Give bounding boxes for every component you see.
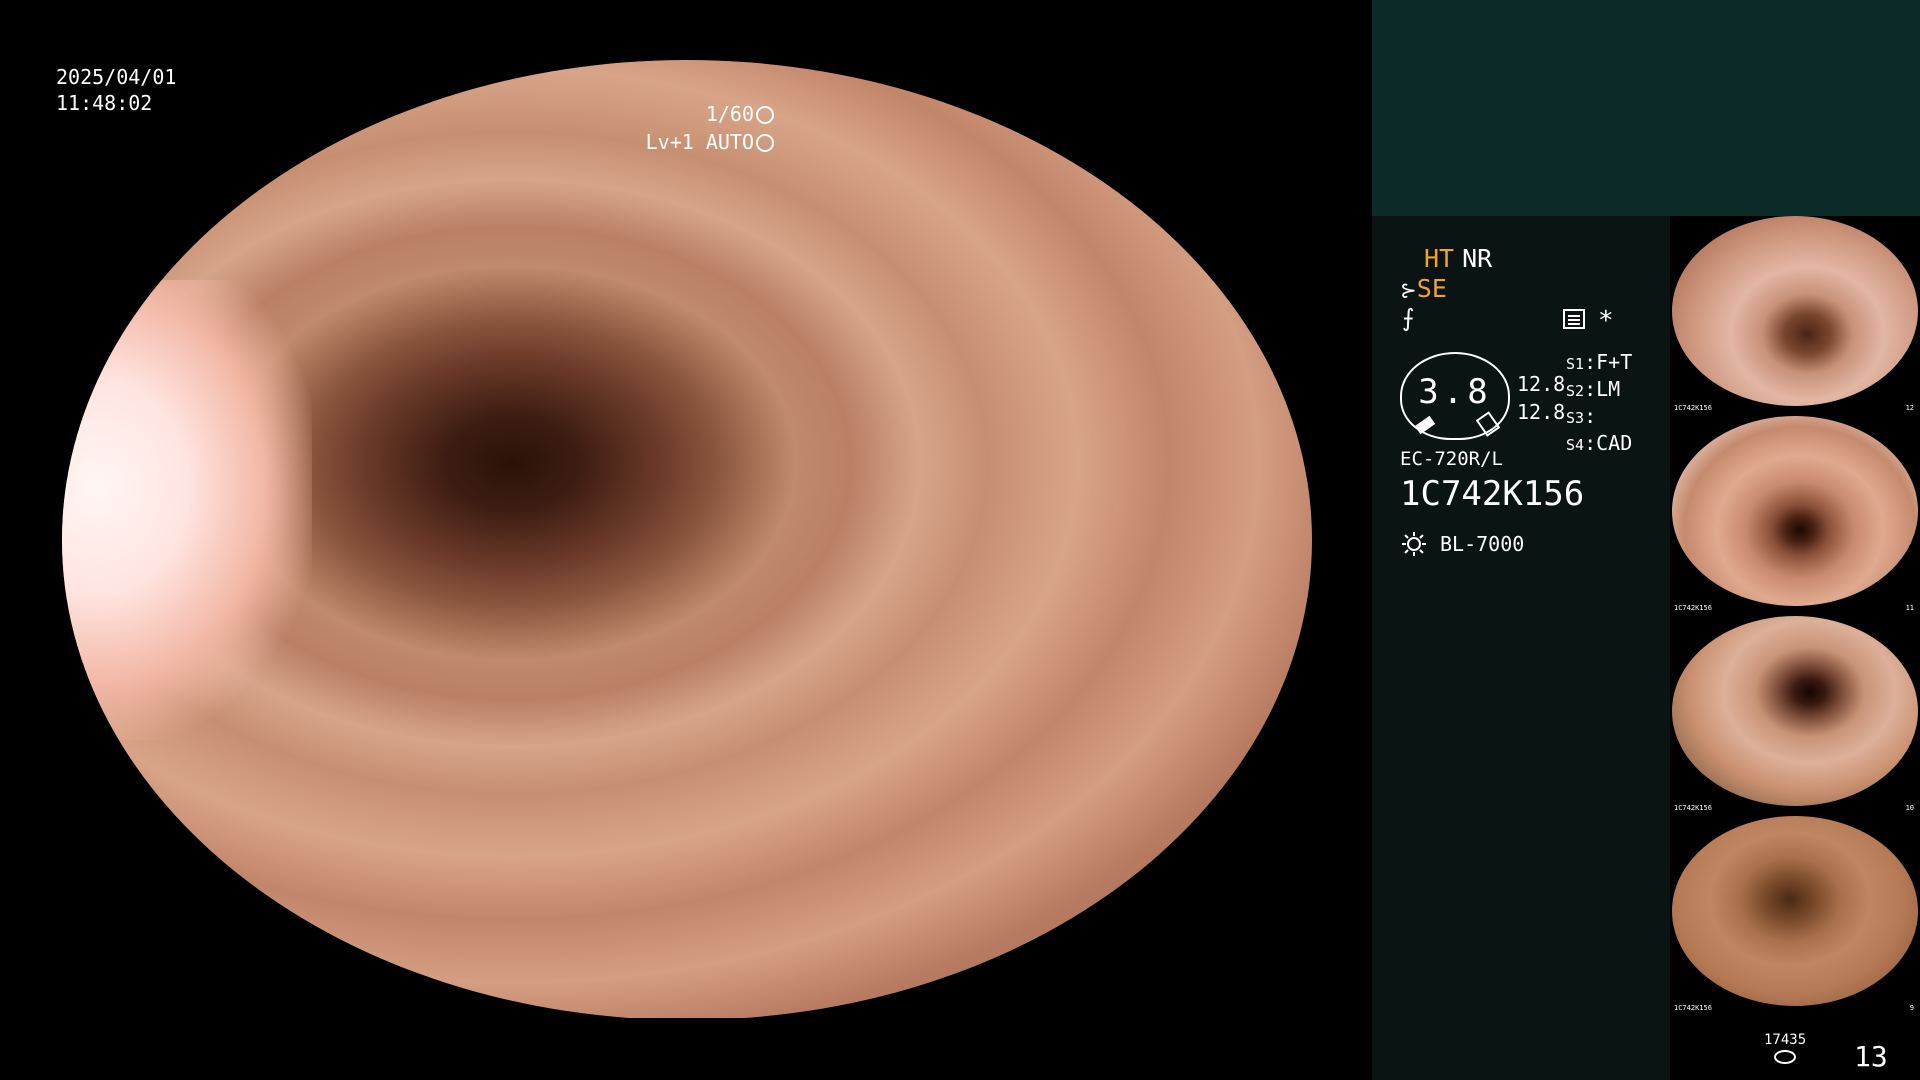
ratio-bottom: 12.8 [1517, 400, 1566, 424]
ht-nr-row: HT NR [1424, 244, 1492, 273]
brightness-gauge: 3.8 [1400, 352, 1510, 440]
slot-row: S3: [1566, 404, 1597, 428]
thumbnail[interactable]: 1C742K156 9 [1670, 816, 1920, 1014]
aperture-icon [756, 106, 774, 124]
thumbnail-image [1672, 416, 1918, 606]
endoscopic-live-image [62, 60, 1312, 1020]
thumbnail-caption: 1C742K156 [1674, 604, 1712, 612]
slot-list: S1:F+T S2:LM S3: S4:CAD [1566, 350, 1632, 458]
gauge-value: 3.8 [1418, 372, 1492, 412]
slot-key: S2 [1566, 382, 1585, 400]
se-row: ⊱SE [1400, 274, 1447, 303]
mode-row: Lv+1 AUTO [574, 128, 774, 156]
shutter-row: 1/60 [574, 100, 774, 128]
thumbnail[interactable]: 1C742K156 11 [1670, 416, 1920, 614]
slot-value: F+T [1596, 350, 1633, 374]
datetime-overlay: 2025/04/01 11:48:02 [56, 64, 176, 116]
side-info-panel [1372, 216, 1670, 1080]
date-text: 2025/04/01 [56, 65, 177, 89]
se-indicator: SE [1416, 274, 1447, 303]
light-source-icon [1402, 532, 1426, 556]
freeze-icon: ⨍ [1402, 304, 1415, 332]
slot-key: S3 [1566, 409, 1585, 427]
thumbnail-index: 10 [1905, 804, 1914, 812]
memo-grid-icon [1563, 309, 1585, 329]
slot-key: S1 [1566, 355, 1585, 373]
slot-key: S4 [1566, 436, 1585, 454]
slot-value: CAD [1596, 431, 1633, 455]
image-count: 13 [1854, 1040, 1888, 1073]
asterisk-indicator: * [1598, 306, 1614, 336]
image-mask-top [0, 0, 1372, 60]
thumbnail-caption: 1C742K156 [1674, 404, 1712, 412]
thumbnail[interactable]: 1C742K156 10 [1670, 616, 1920, 814]
mode-text: Lv+1 AUTO [645, 130, 754, 154]
exposure-overlay: 1/60 Lv+1 AUTO [574, 100, 774, 156]
slot-row: S4:CAD [1566, 431, 1633, 455]
thumbnail-index: 9 [1909, 1004, 1914, 1012]
slot-row: S1:F+T [1566, 350, 1633, 374]
slot-row: S2:LM [1566, 377, 1621, 401]
scope-model: EC-720R/L [1400, 448, 1503, 470]
scope-tip-icon: ⊱ [1400, 278, 1417, 302]
time-text: 11:48:02 [56, 91, 153, 115]
thumbnail-image [1672, 216, 1918, 406]
nr-indicator: NR [1462, 244, 1493, 273]
light-source-label: BL-7000 [1440, 532, 1525, 556]
shutter-text: 1/60 [705, 102, 754, 126]
ht-indicator: HT [1424, 244, 1455, 273]
ratio-top: 12.8 [1517, 372, 1566, 396]
thumbnail-image [1672, 616, 1918, 806]
side-panel-top [1372, 0, 1920, 216]
thumbnail-caption: 1C742K156 [1674, 804, 1712, 812]
thumbnail-caption: 1C742K156 [1674, 1004, 1712, 1012]
gauge-left-marker [1414, 415, 1436, 435]
slot-value: LM [1596, 377, 1621, 401]
endoscope-main-view: 2025/04/01 11:48:02 1/60 Lv+1 AUTO [0, 0, 1372, 1080]
storage-icon [1774, 1050, 1796, 1064]
thumbnail-index: 11 [1905, 604, 1914, 612]
scope-serial: 1C742K156 [1400, 474, 1585, 514]
thumbnail-image [1672, 816, 1918, 1006]
thumbnail-index: 12 [1905, 404, 1914, 412]
storage-count: 17435 [1764, 1032, 1807, 1048]
auto-target-icon [756, 134, 774, 152]
thumbnail[interactable]: 1C742K156 12 [1670, 216, 1920, 414]
image-mask-bottom [0, 1018, 1372, 1080]
